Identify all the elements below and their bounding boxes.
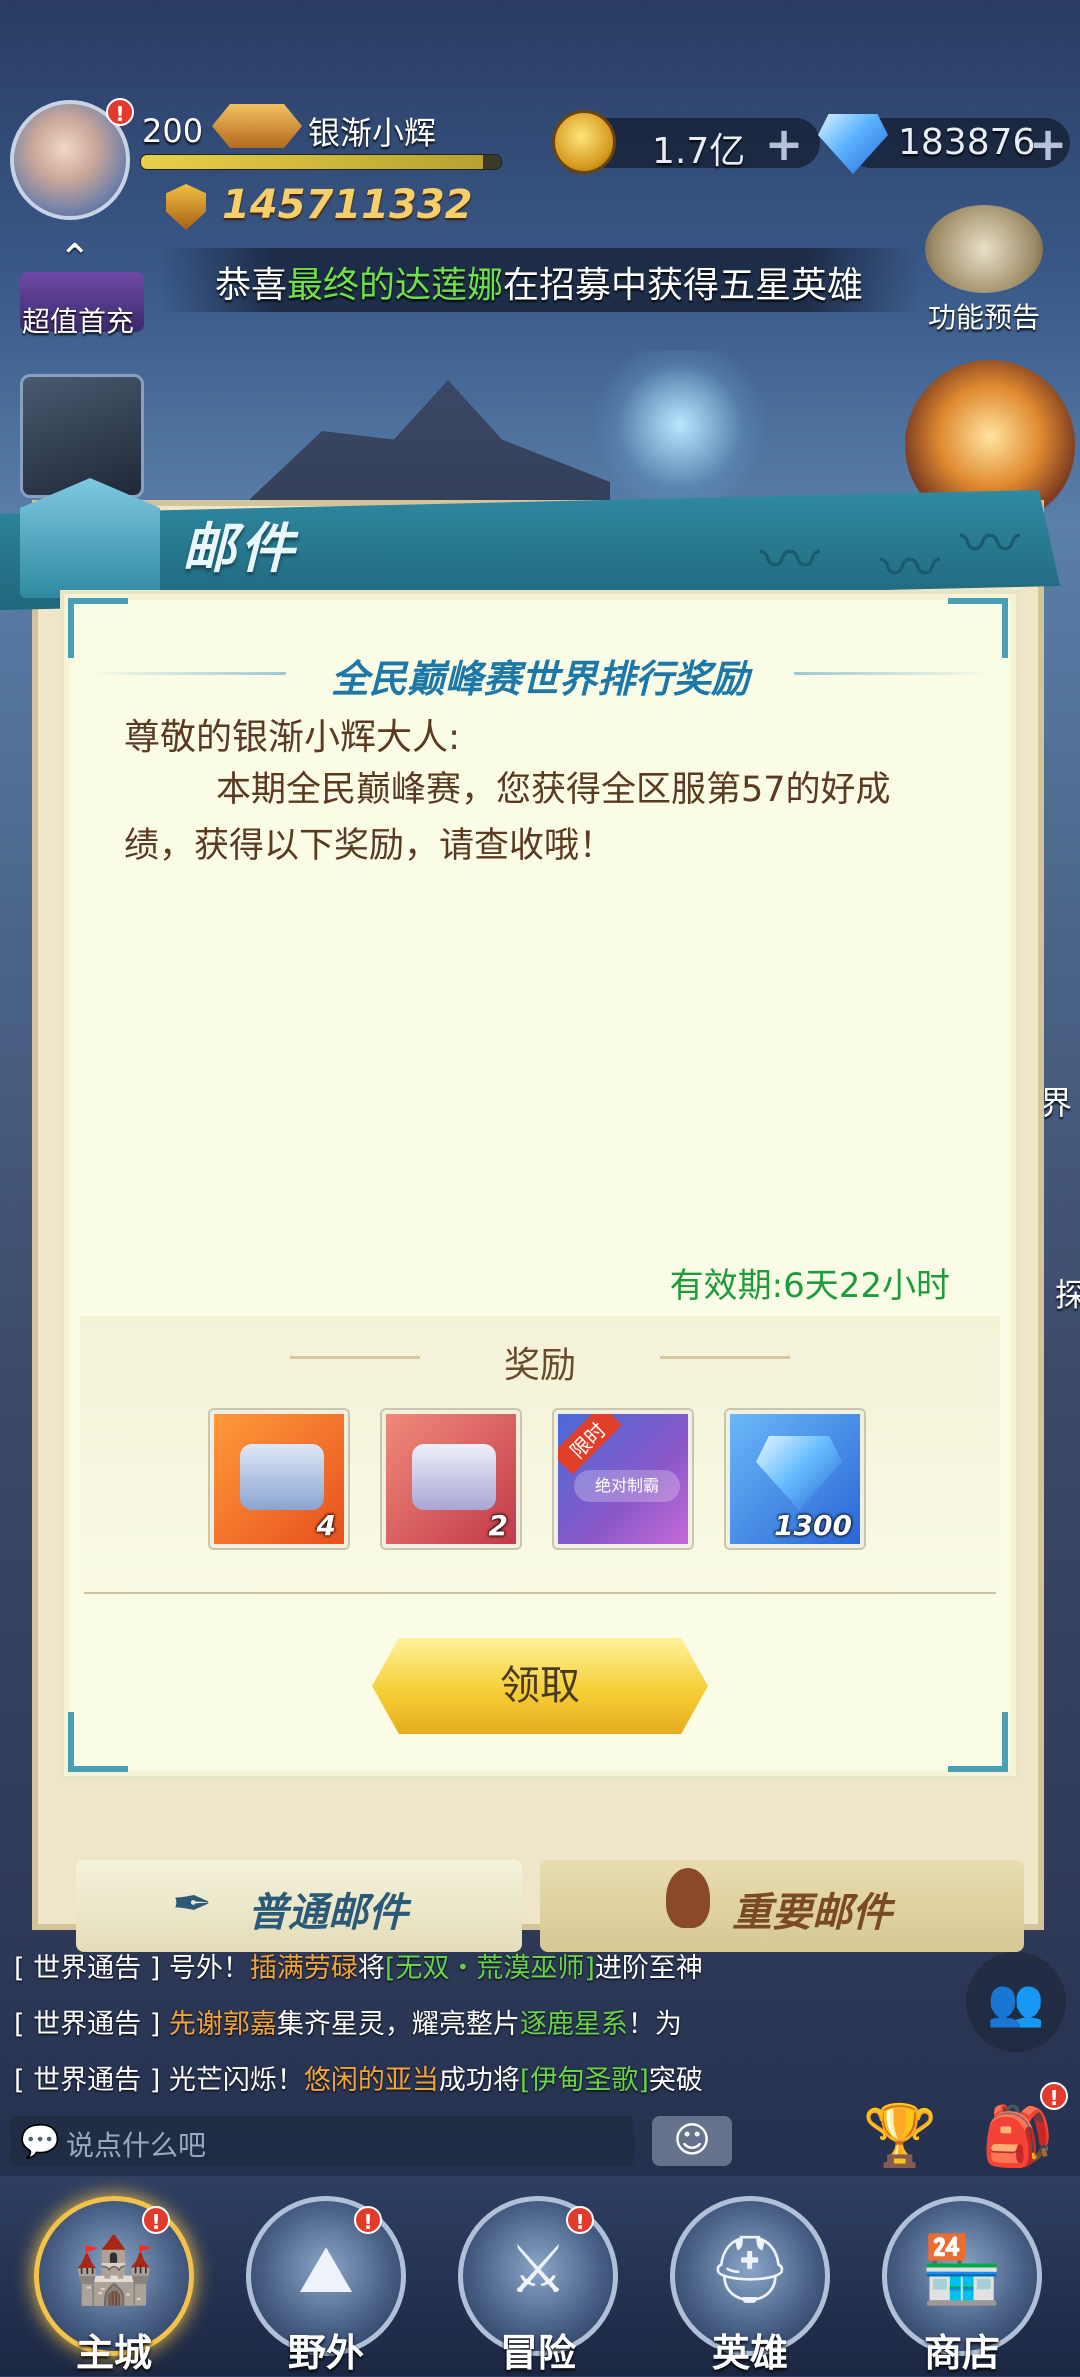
frame-caption: 绝对制霸 [574,1470,680,1502]
tab-important-label: 重要邮件 [732,1890,892,1936]
chat-text: 进阶至神 [594,1953,703,1984]
power-shield-icon [166,184,206,230]
nav-label-heroes: 英雄 [711,2331,788,2375]
side-hero-portrait[interactable] [20,374,144,498]
gold-coin-icon [552,110,616,174]
bird-icon: 〰 [760,526,820,596]
nav-label-shop: 商店 [923,2331,1000,2375]
sword-icon: ⚔ [508,2231,568,2308]
leaderboard-icon[interactable]: 🏆 [850,2086,950,2186]
chat-item: [无双・荒漠巫师] [384,1953,595,1984]
nav-badge: ! [142,2206,170,2234]
shop-icon: 🏪 [920,2231,1004,2308]
add-gold-button[interactable]: + [764,121,804,167]
friends-icon[interactable]: 👥 [966,1952,1066,2052]
reward-item-diamond[interactable]: 1300 [726,1410,864,1548]
nav-label-main-city: 主城 [75,2331,152,2375]
treasure-chest-icon [240,1444,324,1510]
chat-player: 先谢郭嘉 [168,2009,277,2040]
reward-qty: 2 [488,1509,508,1542]
chat-text: 突破 [648,2065,703,2096]
chat-text: 集齐星灵，耀亮整片 [276,2009,520,2040]
gem-amount: 183876 [898,122,1036,163]
feature-preview-label: 功能预告 [928,301,1041,334]
chat-message[interactable]: [ 世界通告 ] 号外！插满劳碌将[无双・荒漠巫师]进阶至神 [14,1946,703,1985]
nav-label-wilderness: 野外 [287,2331,364,2375]
emoji-button[interactable]: ☺ [652,2116,732,2166]
chat-text: 成功将 [438,2065,520,2096]
xp-bar-fill [141,155,483,169]
rank-badge-icon [212,104,302,148]
reward-separator [84,1592,996,1594]
chat-item: 逐鹿星系 [519,2009,628,2040]
chat-channel-tag: [ 世界通告 ] [14,2009,161,2040]
chat-item: [伊甸圣歌] [519,2065,649,2096]
xp-bar [140,154,502,170]
reward-qty: 4 [316,1509,336,1542]
chat-message[interactable]: [ 世界通告 ] 光芒闪烁！悠闲的亚当成功将[伊甸圣歌]突破 [14,2058,703,2097]
chat-channel-tag: [ 世界通告 ] [14,2065,161,2096]
chat-text: 号外！ [168,1953,250,1984]
announcement-player: 最终的达莲娜 [287,265,504,306]
reward-qty: 1300 [774,1509,852,1542]
nav-label-adventure: 冒险 [499,2331,576,2375]
diamond-icon [756,1436,842,1510]
quill-icon: ✒ [172,1876,213,1932]
castle-icon: 🏰 [72,2231,156,2308]
balloon-icon [666,1868,710,1928]
mail-body: 本期全民巅峰赛，您获得全区服第57的好成绩，获得以下奖励，请查收哦！ [124,770,891,866]
side-label-right-2: 探 [1055,1276,1080,1314]
mountain-icon: ⛰ [298,2231,354,2308]
mail-subject: 全民巅峰赛世界排行奖励 [330,657,749,701]
side-label-right-1: 界 [1040,1084,1073,1122]
helmet-icon: ⛑ [708,2231,792,2308]
announcement-text: 恭喜最终的达莲娜在招募中获得五星英雄 [215,256,863,308]
feature-preview-icon[interactable] [925,205,1043,293]
mail-greeting: 尊敬的银渐小辉大人: [124,717,461,758]
reward-title: 奖励 [503,1345,576,1386]
nav-badge: ! [566,2206,594,2234]
announcement-suffix: 在招募中获得五星英雄 [503,265,864,306]
mail-expiry: 有效期:6天22小时 [669,1266,950,1306]
announcement-prefix: 恭喜 [215,265,288,306]
player-name: 银渐小辉 [308,114,437,152]
treasure-chest-icon [412,1444,496,1510]
nav-badge: ! [354,2206,382,2234]
chat-message[interactable]: [ 世界通告 ] 先谢郭嘉集齐星灵，耀亮整片逐鹿星系！为 [14,2002,682,2041]
chat-bubble-icon: 💬 [20,2122,60,2160]
reward-item-red-chest[interactable]: 2 [382,1410,520,1548]
gold-amount: 1.7亿 [652,131,746,172]
limited-tag: 限时 [558,1414,623,1475]
player-level: 200 [142,112,204,150]
tab-normal-label: 普通邮件 [248,1890,408,1936]
backpack-alert-badge: ! [1040,2082,1068,2110]
mail-header-title: 邮件 [182,517,298,580]
add-gems-button[interactable]: + [1028,121,1068,167]
chat-text: 将 [357,1953,385,1984]
chat-text: 光芒闪烁！ [168,2065,304,2096]
avatar-alert-badge: ! [106,98,134,126]
bird-icon: 〰 [960,510,1020,580]
reward-item-orange-chest[interactable]: 4 [210,1410,348,1548]
background-constellation-glow [580,350,780,500]
chat-text: ！为 [627,2009,682,2040]
chat-placeholder: 说点什么吧 [66,2129,207,2162]
chat-channel-tag: [ 世界通告 ] [14,1953,161,1984]
first-recharge-label: 超值首充 [22,305,135,338]
chat-player: 插满劳碌 [249,1953,358,1984]
reward-item-limited-frame[interactable]: 限时 绝对制霸 [554,1410,692,1548]
combat-power: 145711332 [222,182,473,228]
chat-player: 悠闲的亚当 [303,2065,439,2096]
corner-ornament [68,1712,128,1772]
claim-button[interactable]: 领取 [372,1638,708,1734]
corner-ornament [948,1712,1008,1772]
